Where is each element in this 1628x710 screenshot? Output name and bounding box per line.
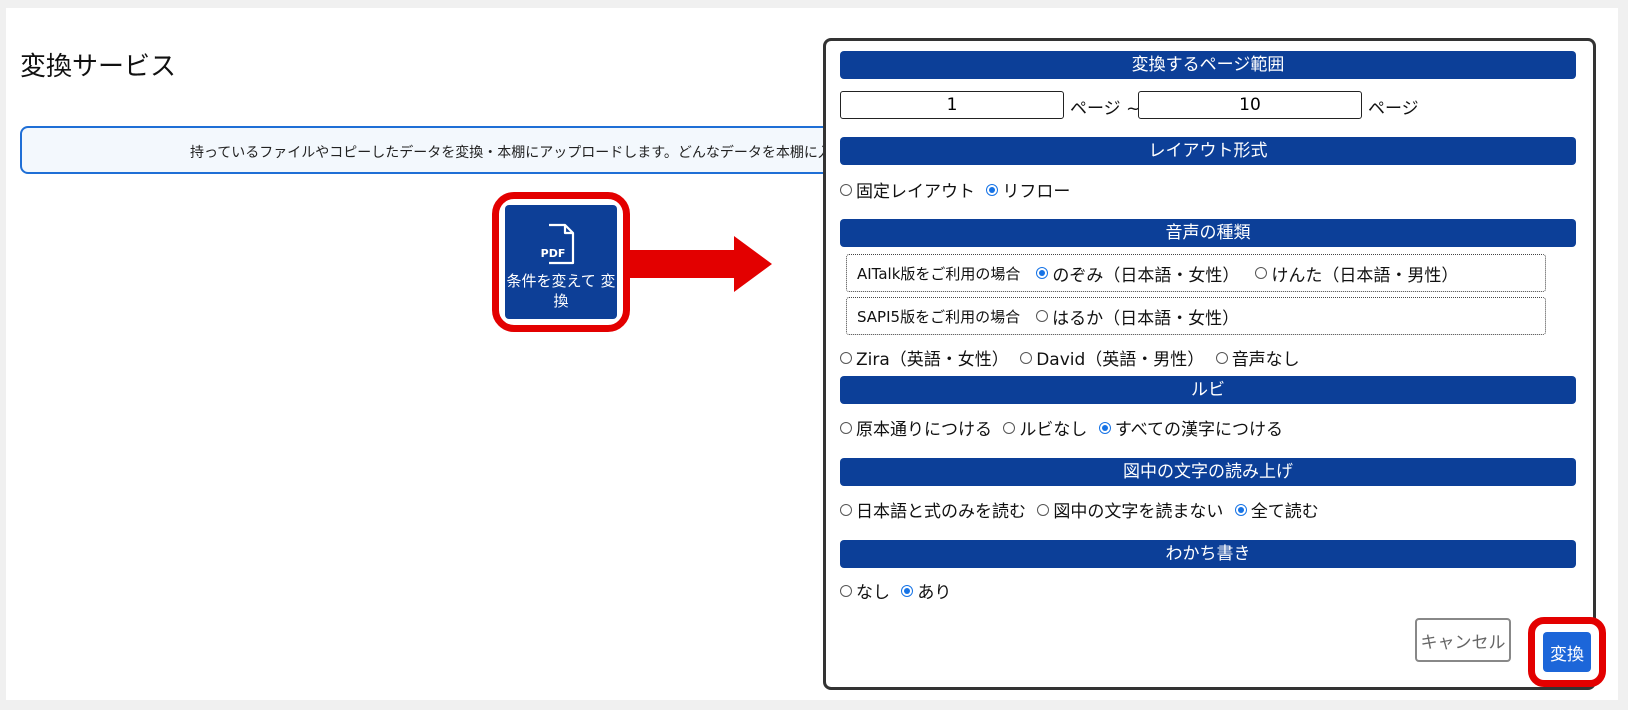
wakachi-header: わかち書き [840,540,1576,568]
convert-tile-label: 条件を変えて 変換 [506,272,616,310]
voice-other-options: Zira（英語・女性） David（英語・男性） 音声なし [840,345,1306,370]
page-end-label: ページ [1368,99,1419,119]
convert-with-options-button[interactable]: PDF 条件を変えて 変換 [505,205,617,319]
convert-submit-button[interactable]: 変換 [1543,632,1591,672]
layout-fixed-option[interactable]: 固定レイアウト [840,177,975,202]
radio-selected-icon[interactable] [1098,421,1111,434]
pdf-file-icon: PDF [539,223,575,265]
wakachi-none-option[interactable]: なし [840,578,890,603]
radio-selected-icon[interactable] [901,584,914,597]
radio-icon[interactable] [1020,351,1033,364]
ruby-options: 原本通りにつける ルビなし すべての漢字につける [840,415,1289,440]
ruby-header: ルビ [840,376,1576,404]
page-title: 変換サービス [20,52,177,82]
radio-icon[interactable] [840,584,852,597]
figure-skip-option[interactable]: 図中の文字を読まない [1037,497,1223,522]
radio-icon[interactable] [840,351,852,364]
radio-icon[interactable] [840,503,852,516]
radio-icon[interactable] [1003,421,1016,434]
voice-header: 音声の種類 [840,219,1576,247]
ruby-all-kanji-option[interactable]: すべての漢字につける [1098,415,1283,440]
conversion-options-dialog: 変換するページ範囲 ページ ~ ページ レイアウト形式 固定レイアウト リフロー… [823,38,1596,690]
radio-selected-icon[interactable] [986,183,999,196]
page-mid-label: ページ ~ [1070,99,1141,119]
voice-nozomi-option[interactable]: のぞみ（日本語・女性） [1036,261,1239,286]
right-arrow-icon [630,236,772,292]
submit-button-highlight: 変換 [1528,617,1606,687]
pdf-icon-text: PDF [541,247,566,260]
radio-selected-icon[interactable] [1036,267,1049,279]
radio-icon[interactable] [1036,310,1049,322]
voice-kenta-option[interactable]: けんた（日本語・男性） [1255,261,1458,286]
ruby-original-option[interactable]: 原本通りにつける [840,415,992,440]
sapi5-prefix: SAPI5版をご利用の場合 [857,307,1021,326]
wakachi-on-option[interactable]: あり [901,578,951,603]
voice-zira-option[interactable]: Zira（英語・女性） [840,345,1009,370]
voice-haruka-option[interactable]: はるか（日本語・女性） [1036,304,1239,329]
figure-japanese-only-option[interactable]: 日本語と式のみを読む [840,497,1026,522]
cancel-button[interactable]: キャンセル [1415,618,1511,662]
aitalk-voice-group: AITalk版をご利用の場合 のぞみ（日本語・女性） けんた（日本語・男性） [846,254,1546,292]
layout-header: レイアウト形式 [840,137,1576,165]
figure-text-header: 図中の文字の読み上げ [840,458,1576,486]
radio-icon[interactable] [840,421,852,434]
sapi5-voice-group: SAPI5版をご利用の場合 はるか（日本語・女性） [846,297,1546,335]
layout-options: 固定レイアウト リフロー [840,177,1076,202]
ruby-none-option[interactable]: ルビなし [1003,415,1087,440]
figure-text-options: 日本語と式のみを読む 図中の文字を読まない 全て読む [840,497,1325,522]
aitalk-prefix: AITalk版をご利用の場合 [857,264,1021,283]
page-to-input[interactable] [1138,91,1362,119]
page-from-input[interactable] [840,91,1064,119]
figure-read-all-option[interactable]: 全て読む [1234,497,1319,522]
voice-david-option[interactable]: David（英語・男性） [1020,345,1204,370]
radio-selected-icon[interactable] [1234,503,1247,516]
radio-icon[interactable] [1037,503,1050,516]
page-range-header: 変換するページ範囲 [840,51,1576,79]
radio-icon[interactable] [840,183,852,196]
wakachi-options: なし あり [840,578,957,603]
layout-reflow-option[interactable]: リフロー [986,177,1070,202]
voice-none-option[interactable]: 音声なし [1215,345,1300,370]
radio-icon[interactable] [1255,267,1268,279]
info-text: 持っているファイルやコピーしたデータを変換・本棚にアップロードします。どんなデー… [190,145,860,161]
convert-tile-highlight: PDF 条件を変えて 変換 [492,192,630,332]
radio-icon[interactable] [1215,351,1228,364]
